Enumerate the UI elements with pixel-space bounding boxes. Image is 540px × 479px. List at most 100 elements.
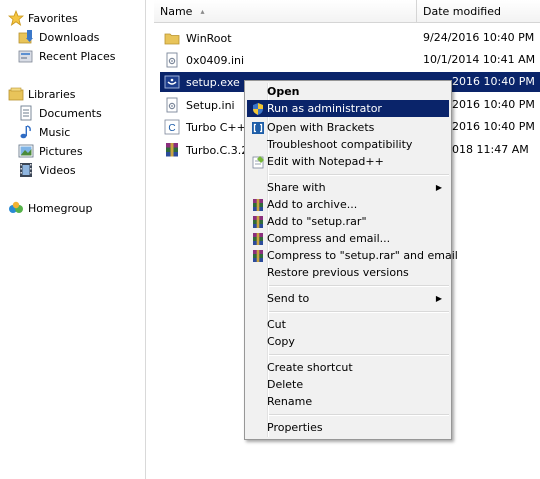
menu-label: Compress to "setup.rar" and email <box>267 249 458 262</box>
menu-item-send-to[interactable]: Send to ▶ <box>247 290 449 307</box>
nav-favorites-label: Favorites <box>28 11 78 25</box>
menu-label: Troubleshoot compatibility <box>267 138 413 151</box>
menu-label: Share with <box>267 181 326 194</box>
nav-documents-label: Documents <box>39 106 102 120</box>
menu-separator <box>269 354 449 356</box>
menu-separator <box>269 285 449 287</box>
menu-label: Open <box>267 85 300 98</box>
column-date-label: Date modified <box>423 4 501 18</box>
nav-favorites[interactable]: Favorites <box>8 9 78 27</box>
menu-item-compress-to-rar-and-email[interactable]: Compress to "setup.rar" and email <box>247 247 458 264</box>
libraries-icon <box>8 86 24 102</box>
menu-label: Add to "setup.rar" <box>267 215 367 228</box>
menu-item-rename[interactable]: Rename <box>247 393 449 410</box>
winrar-icon <box>250 213 266 230</box>
nav-recent-places[interactable]: Recent Places <box>18 47 116 65</box>
nav-libraries[interactable]: Libraries <box>8 85 76 103</box>
menu-item-restore-previous-versions[interactable]: Restore previous versions <box>247 264 449 281</box>
menu-label: Properties <box>267 421 323 434</box>
menu-item-add-to-archive[interactable]: Add to archive... <box>247 196 449 213</box>
menu-item-run-as-administrator[interactable]: Run as administrator <box>247 100 449 117</box>
file-name: 0x0409.ini <box>186 53 245 67</box>
nav-homegroup[interactable]: Homegroup <box>8 199 92 217</box>
menu-label: Open with Brackets <box>267 121 375 134</box>
menu-label: Add to archive... <box>267 198 358 211</box>
menu-separator <box>269 311 449 313</box>
menu-item-delete[interactable]: Delete <box>247 376 449 393</box>
menu-item-open-with-brackets[interactable]: Open with Brackets <box>247 119 449 136</box>
nav-pictures-label: Pictures <box>39 144 83 158</box>
file-name: Turbo.C.3.2 <box>186 143 249 157</box>
column-header-date-modified[interactable]: Date modified <box>417 0 540 23</box>
ini-file-icon <box>164 97 180 113</box>
setup-exe-icon <box>164 74 180 90</box>
submenu-arrow-icon: ▶ <box>435 294 442 303</box>
turbo-shortcut-icon: C <box>164 119 180 135</box>
downloads-folder-icon <box>18 29 34 45</box>
uac-shield-icon <box>250 100 266 117</box>
nav-videos[interactable]: Videos <box>18 161 76 179</box>
nav-music-label: Music <box>39 125 71 139</box>
column-name-label: Name <box>160 4 193 18</box>
file-date: 2016 10:40 PM <box>452 98 535 111</box>
recent-places-icon <box>18 48 34 64</box>
sort-ascending-icon: ▴ <box>200 6 205 16</box>
folder-icon <box>164 30 180 46</box>
videos-icon <box>18 162 34 178</box>
nav-pictures[interactable]: Pictures <box>18 142 83 160</box>
menu-label: Create shortcut <box>267 361 353 374</box>
menu-item-add-to-setup-rar[interactable]: Add to "setup.rar" <box>247 213 449 230</box>
nav-downloads-label: Downloads <box>39 30 100 44</box>
menu-label: Edit with Notepad++ <box>267 155 384 168</box>
file-date: 9/24/2016 10:40 PM <box>423 31 535 44</box>
winrar-icon <box>250 196 266 213</box>
nav-documents[interactable]: Documents <box>18 104 102 122</box>
nav-downloads[interactable]: Downloads <box>18 28 99 46</box>
file-row[interactable]: WinRoot 9/24/2016 10:40 PM <box>160 28 540 48</box>
homegroup-icon <box>8 200 24 216</box>
menu-item-open[interactable]: Open <box>247 83 449 100</box>
menu-separator <box>269 174 449 176</box>
ini-file-icon <box>164 52 180 68</box>
menu-item-troubleshoot-compatibility[interactable]: Troubleshoot compatibility <box>247 136 449 153</box>
file-date: 10/1/2014 10:41 AM <box>423 53 536 66</box>
pane-divider[interactable] <box>145 0 146 479</box>
svg-text:C: C <box>168 123 175 134</box>
menu-item-edit-with-notepadpp[interactable]: Edit with Notepad++ <box>247 153 449 170</box>
nav-videos-label: Videos <box>39 163 76 177</box>
rar-archive-icon <box>164 142 180 158</box>
menu-label: Rename <box>267 395 313 408</box>
nav-music[interactable]: Music <box>18 123 70 141</box>
file-row[interactable]: 0x0409.ini 10/1/2014 10:41 AM <box>160 50 540 70</box>
menu-item-properties[interactable]: Properties <box>247 419 449 436</box>
menu-label: Copy <box>267 335 295 348</box>
pictures-icon <box>18 143 34 159</box>
file-date: 2016 10:40 PM <box>452 120 535 133</box>
star-icon <box>8 10 24 26</box>
file-date: 018 11:47 AM <box>452 143 529 156</box>
winrar-icon <box>250 230 266 247</box>
menu-item-copy[interactable]: Copy <box>247 333 449 350</box>
menu-label: Delete <box>267 378 304 391</box>
menu-label: Run as administrator <box>267 102 382 115</box>
menu-label: Send to <box>267 292 310 305</box>
winrar-icon <box>250 247 266 264</box>
menu-label: Compress and email... <box>267 232 391 245</box>
file-date: 2016 10:40 PM <box>452 75 535 88</box>
menu-label: Cut <box>267 318 286 331</box>
menu-item-create-shortcut[interactable]: Create shortcut <box>247 359 449 376</box>
file-name: Setup.ini <box>186 98 235 112</box>
menu-label: Restore previous versions <box>267 266 409 279</box>
brackets-icon <box>250 119 266 136</box>
notepadpp-icon <box>250 153 266 170</box>
menu-item-compress-and-email[interactable]: Compress and email... <box>247 230 449 247</box>
file-name: Turbo C++ <box>186 120 246 134</box>
column-header-name[interactable]: Name ▴ <box>154 0 417 23</box>
submenu-arrow-icon: ▶ <box>435 183 442 192</box>
menu-separator <box>269 414 449 416</box>
nav-libraries-label: Libraries <box>28 87 76 101</box>
menu-item-cut[interactable]: Cut <box>247 316 449 333</box>
context-menu: Open Run as administrator Open with Brac… <box>244 80 458 440</box>
menu-item-share-with[interactable]: Share with ▶ <box>247 179 449 196</box>
file-name: setup.exe <box>186 75 240 89</box>
